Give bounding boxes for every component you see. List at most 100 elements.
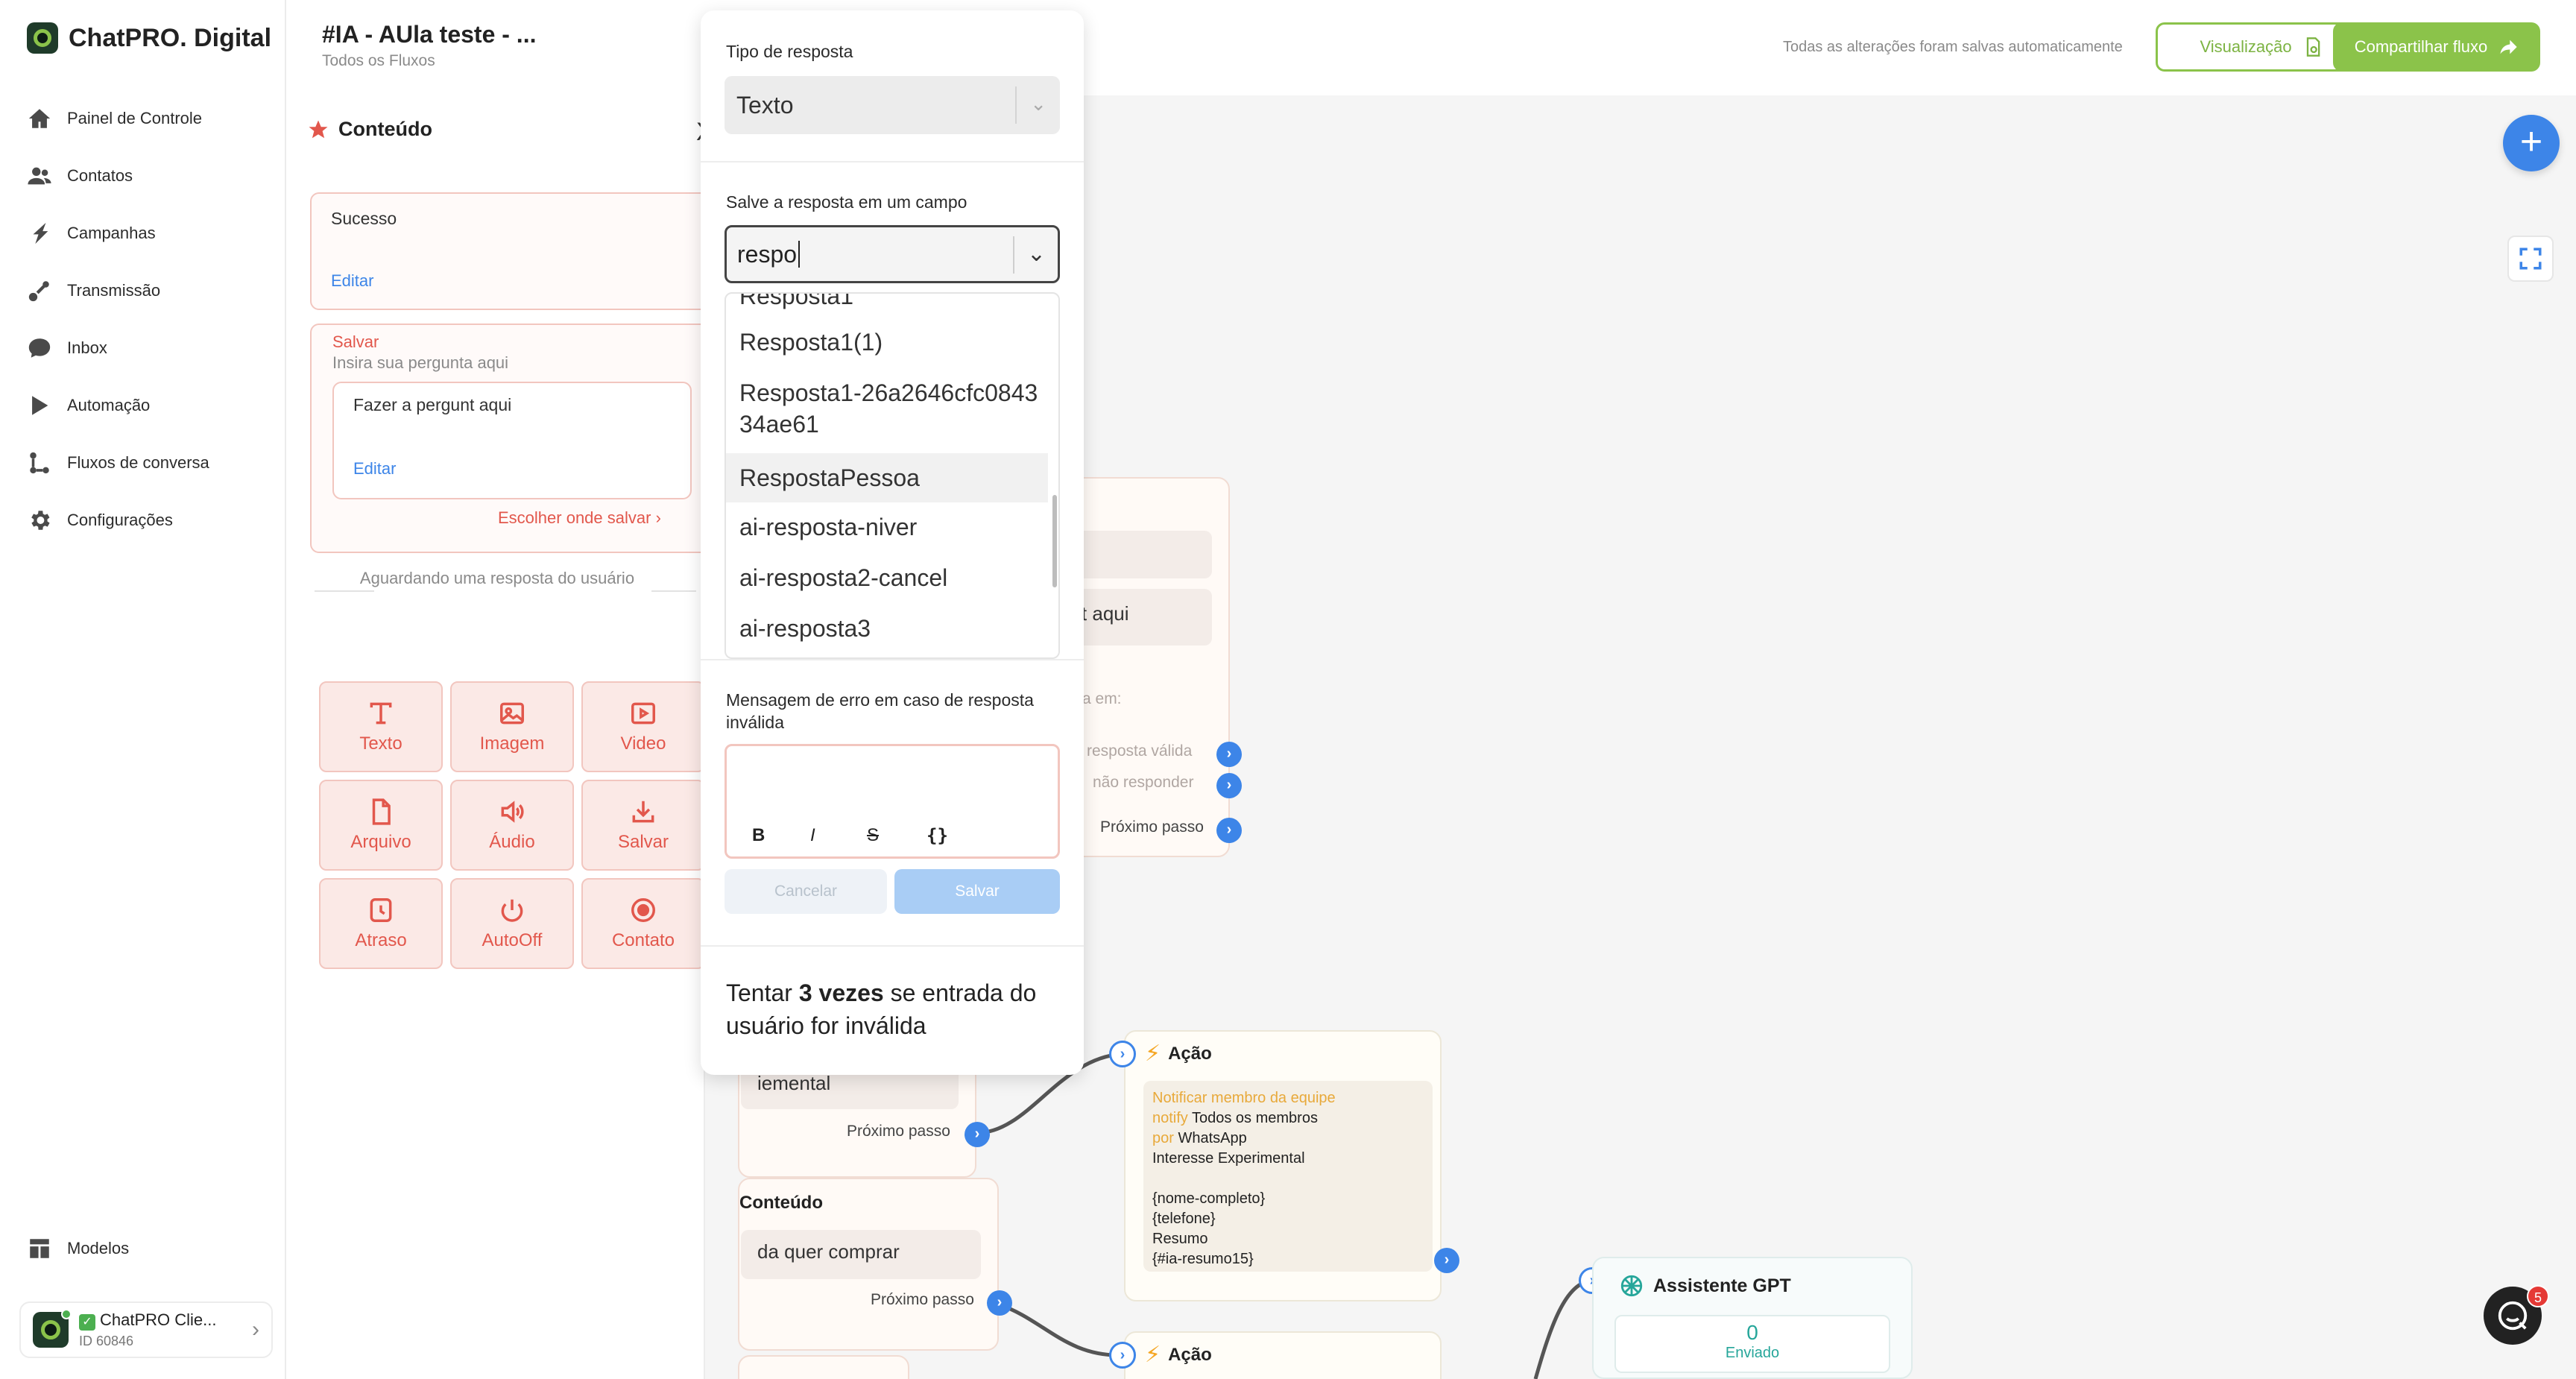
chevron-down-icon: ⌄ bbox=[1030, 92, 1046, 115]
tile-arquivo[interactable]: Arquivo bbox=[319, 780, 443, 871]
option-item[interactable]: Resposta1(1) bbox=[726, 326, 1048, 358]
text-caret bbox=[798, 241, 801, 268]
cancel-button[interactable]: Cancelar bbox=[724, 869, 887, 914]
strikethrough-button[interactable]: S bbox=[867, 825, 879, 846]
tile-salvar[interactable]: Salvar bbox=[581, 780, 705, 871]
option-item[interactable]: ai-resposta3 bbox=[726, 613, 1048, 644]
options-scrollbar[interactable] bbox=[1052, 495, 1057, 587]
power-icon bbox=[501, 899, 523, 922]
tile-audio[interactable]: Áudio bbox=[450, 780, 574, 871]
sidebar-item-label: Automação bbox=[67, 395, 151, 414]
edit-link[interactable]: Editar bbox=[353, 459, 396, 479]
variable-button[interactable]: {} bbox=[926, 825, 948, 846]
content-card-success[interactable]: Sucesso Editar bbox=[310, 192, 713, 310]
content-card-save[interactable]: Salvar Insira sua pergunta aqui Fazer a … bbox=[310, 324, 713, 553]
share-flow-button[interactable]: Compartilhar fluxo bbox=[2333, 22, 2540, 72]
content-card-label: Salvar bbox=[332, 332, 379, 351]
option-item-highlighted[interactable]: RespostaPessoa bbox=[726, 453, 1048, 502]
sidebar-item-inbox[interactable]: Inbox bbox=[27, 319, 209, 376]
save-field-combobox[interactable]: respo ⌄ bbox=[724, 225, 1060, 283]
preview-label: Visualização bbox=[2200, 37, 2292, 56]
content-card-hint: Insira sua pergunta aqui bbox=[332, 353, 509, 372]
chat-support-icon bbox=[2498, 1301, 2528, 1331]
question-text: Fazer a pergunt aqui bbox=[353, 395, 512, 414]
question-card[interactable]: Fazer a pergunt aqui Editar bbox=[332, 382, 692, 499]
sidebar-item-label: Contatos bbox=[67, 165, 133, 185]
sidebar-item-painel[interactable]: Painel de Controle bbox=[27, 89, 209, 147]
sidebar-item-contatos[interactable]: Contatos bbox=[27, 147, 209, 204]
tile-atraso[interactable]: Atraso bbox=[319, 878, 443, 969]
tile-contato[interactable]: Contato bbox=[581, 878, 705, 969]
brand[interactable]: ChatPRO. Digital bbox=[27, 22, 271, 54]
sidebar-item-campanhas[interactable]: Campanhas bbox=[27, 204, 209, 262]
retry-count[interactable]: 3 vezes bbox=[799, 979, 884, 1006]
sidebar: ChatPRO. Digital Painel de Controle Cont… bbox=[0, 0, 286, 1379]
tile-video[interactable]: Video bbox=[581, 681, 705, 772]
tile-texto[interactable]: Texto bbox=[319, 681, 443, 772]
sidebar-item-label: Transmissão bbox=[67, 280, 161, 300]
action-body: Notificar membro da equipe notify Todos … bbox=[1143, 1081, 1433, 1272]
save-icon bbox=[632, 801, 654, 823]
node-valid-response-label: resposta válida bbox=[1087, 742, 1193, 760]
save-field-options[interactable]: Resposta1 Resposta1(1) Resposta1-26a2646… bbox=[724, 292, 1060, 659]
next-step-output[interactable]: › bbox=[987, 1290, 1012, 1316]
node-content-title: Conteúdo bbox=[739, 1193, 823, 1213]
chevron-down-icon[interactable]: ⌄ bbox=[1027, 241, 1046, 267]
sidebar-item-modelos[interactable]: Modelos bbox=[27, 1219, 129, 1277]
home-icon bbox=[28, 108, 51, 128]
account-switcher[interactable]: ✓ ChatPRO Clie... ID 60846 › bbox=[19, 1301, 273, 1358]
content-tiles: Texto Imagem Video Arquivo Áudio Salvar … bbox=[319, 681, 705, 969]
sidebar-nav: Painel de Controle Contatos Campanhas Tr… bbox=[27, 89, 209, 549]
sidebar-item-label: Configurações bbox=[67, 510, 173, 529]
response-settings-popup: Tipo de resposta Texto ⌄ Salve a respost… bbox=[701, 10, 1084, 1075]
divider bbox=[701, 161, 1084, 162]
chevron-right-icon: › bbox=[655, 508, 661, 527]
flow-node-content-3[interactable] bbox=[738, 1355, 909, 1379]
option-item[interactable]: ai-resposta-niver bbox=[726, 511, 1048, 543]
share-label: Compartilhar fluxo bbox=[2354, 37, 2488, 56]
content-panel-header: Conteúdo bbox=[307, 118, 432, 141]
tile-autooff[interactable]: AutoOff bbox=[450, 878, 574, 969]
error-message-input[interactable]: B I S {} bbox=[724, 744, 1060, 859]
users-icon bbox=[28, 167, 51, 184]
sidebar-item-transmissao[interactable]: Transmissão bbox=[27, 262, 209, 319]
add-node-button[interactable]: + bbox=[2503, 115, 2560, 171]
node-next-step-label: Próximo passo bbox=[871, 1291, 974, 1308]
save-button[interactable]: Salvar bbox=[894, 869, 1060, 914]
sidebar-item-fluxos[interactable]: Fluxos de conversa bbox=[27, 434, 209, 491]
next-step-output[interactable]: › bbox=[1216, 818, 1242, 843]
fullscreen-button[interactable] bbox=[2507, 236, 2554, 282]
sidebar-item-label: Inbox bbox=[67, 338, 107, 357]
italic-button[interactable]: I bbox=[810, 825, 815, 846]
gpt-title: Assistente GPT bbox=[1619, 1273, 1791, 1298]
tile-imagem[interactable]: Imagem bbox=[450, 681, 574, 772]
flow-node-gpt[interactable]: Assistente GPT 0 Enviado bbox=[1592, 1257, 1913, 1379]
option-item[interactable]: Resposta1 bbox=[726, 294, 1048, 312]
action-input[interactable]: › bbox=[1109, 1342, 1136, 1369]
option-item[interactable]: ai-resposta2-cancel bbox=[726, 562, 1048, 593]
share-icon bbox=[2500, 40, 2517, 54]
choose-save-location-link[interactable]: Escolher onde salvar › bbox=[498, 508, 661, 528]
valid-response-output[interactable]: › bbox=[1216, 742, 1242, 767]
no-response-output[interactable]: › bbox=[1216, 773, 1242, 798]
account-info: ✓ ChatPRO Clie... ID 60846 bbox=[79, 1310, 217, 1349]
sidebar-item-automacao[interactable]: Automação bbox=[27, 376, 209, 434]
bold-button[interactable]: B bbox=[752, 825, 765, 846]
retry-setting[interactable]: Tentar 3 vezes se entrada do usuário for… bbox=[726, 976, 1061, 1042]
next-step-output[interactable]: › bbox=[965, 1122, 990, 1147]
text-icon bbox=[370, 702, 392, 725]
action-input[interactable]: › bbox=[1109, 1041, 1136, 1067]
action-output[interactable]: › bbox=[1434, 1248, 1459, 1273]
sidebar-item-configuracoes[interactable]: Configurações bbox=[27, 491, 209, 549]
edit-link[interactable]: Editar bbox=[331, 271, 373, 291]
sidebar-bottom: Modelos bbox=[27, 1219, 129, 1277]
node-next-step-label: Próximo passo bbox=[1100, 818, 1204, 836]
option-item[interactable]: Resposta1-26a2646cfc084334ae61 bbox=[726, 377, 1039, 440]
response-type-label: Tipo de resposta bbox=[726, 42, 853, 61]
bolt-icon: ⚡ bbox=[1145, 1342, 1161, 1367]
breadcrumb[interactable]: Todos os Fluxos bbox=[322, 52, 435, 70]
response-type-value: Texto bbox=[736, 91, 794, 119]
waiting-status: Aguardando uma resposta do usuário bbox=[359, 569, 635, 587]
file-icon bbox=[372, 798, 391, 825]
response-type-select[interactable]: Texto ⌄ bbox=[724, 76, 1060, 134]
